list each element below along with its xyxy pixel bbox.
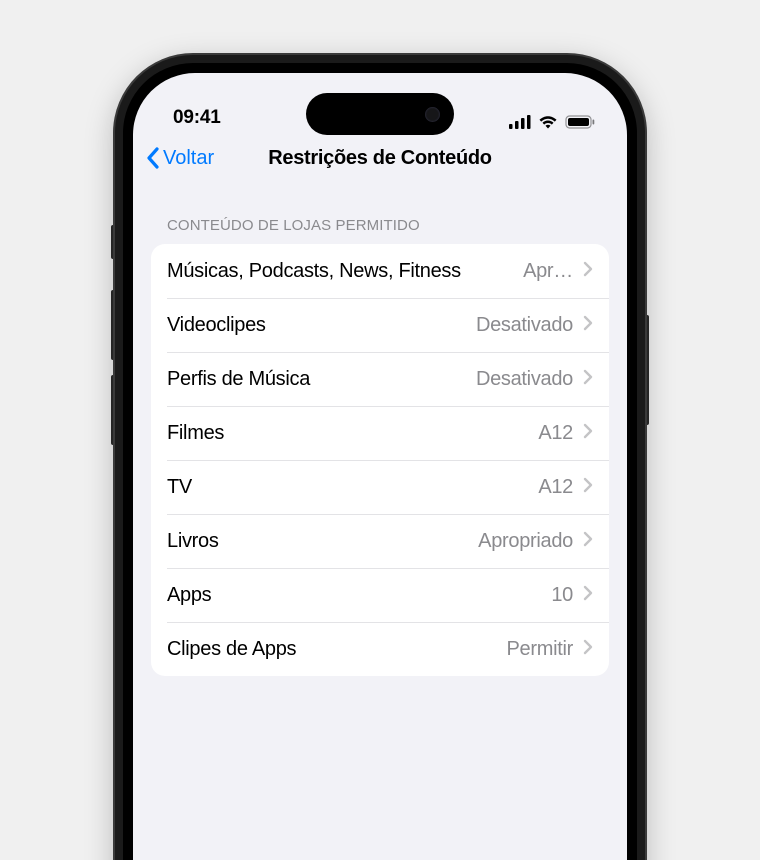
- back-label: Voltar: [163, 147, 214, 170]
- row-livros[interactable]: Livros Apropriado: [151, 514, 609, 568]
- chevron-right-icon: [583, 585, 593, 606]
- row-clipes-de-apps[interactable]: Clipes de Apps Permitir: [151, 622, 609, 676]
- chevron-left-icon: [145, 146, 161, 170]
- row-value: A12: [538, 476, 573, 499]
- status-time: 09:41: [173, 107, 221, 129]
- navigation-bar: Voltar Restrições de Conteúdo: [133, 133, 627, 183]
- row-label: Músicas, Podcasts, News, Fitness: [167, 260, 513, 283]
- chevron-right-icon: [583, 423, 593, 444]
- row-label: Livros: [167, 530, 468, 553]
- chevron-right-icon: [583, 369, 593, 390]
- row-label: Perfis de Música: [167, 368, 466, 391]
- settings-list: Músicas, Podcasts, News, Fitness Apr… Vi…: [151, 244, 609, 676]
- battery-icon: [565, 115, 595, 129]
- chevron-right-icon: [583, 261, 593, 282]
- row-label: TV: [167, 476, 528, 499]
- row-label: Clipes de Apps: [167, 638, 497, 661]
- iphone-device-frame: 09:41: [115, 55, 645, 860]
- section-header: CONTEÚDO DE LOJAS PERMITIDO: [151, 217, 609, 244]
- row-value: A12: [538, 422, 573, 445]
- row-value: Apropriado: [478, 530, 573, 553]
- row-music-podcasts-news-fitness[interactable]: Músicas, Podcasts, News, Fitness Apr…: [151, 244, 609, 298]
- row-filmes[interactable]: Filmes A12: [151, 406, 609, 460]
- screen: 09:41: [133, 73, 627, 860]
- row-label: Videoclipes: [167, 314, 466, 337]
- chevron-right-icon: [583, 477, 593, 498]
- row-apps[interactable]: Apps 10: [151, 568, 609, 622]
- cellular-signal-icon: [509, 115, 531, 129]
- row-videoclipes[interactable]: Videoclipes Desativado: [151, 298, 609, 352]
- power-button: [645, 315, 649, 425]
- chevron-right-icon: [583, 315, 593, 336]
- row-label: Apps: [167, 584, 541, 607]
- chevron-right-icon: [583, 531, 593, 552]
- row-value: Desativado: [476, 368, 573, 391]
- row-value: 10: [551, 584, 573, 607]
- front-camera-icon: [425, 107, 440, 122]
- row-label: Filmes: [167, 422, 528, 445]
- dynamic-island: [306, 93, 454, 135]
- chevron-right-icon: [583, 639, 593, 660]
- row-perfis-de-musica[interactable]: Perfis de Música Desativado: [151, 352, 609, 406]
- row-value: Apr…: [523, 260, 573, 283]
- back-button[interactable]: Voltar: [145, 146, 214, 170]
- wifi-icon: [538, 115, 558, 129]
- row-tv[interactable]: TV A12: [151, 460, 609, 514]
- row-value: Permitir: [507, 638, 574, 661]
- row-value: Desativado: [476, 314, 573, 337]
